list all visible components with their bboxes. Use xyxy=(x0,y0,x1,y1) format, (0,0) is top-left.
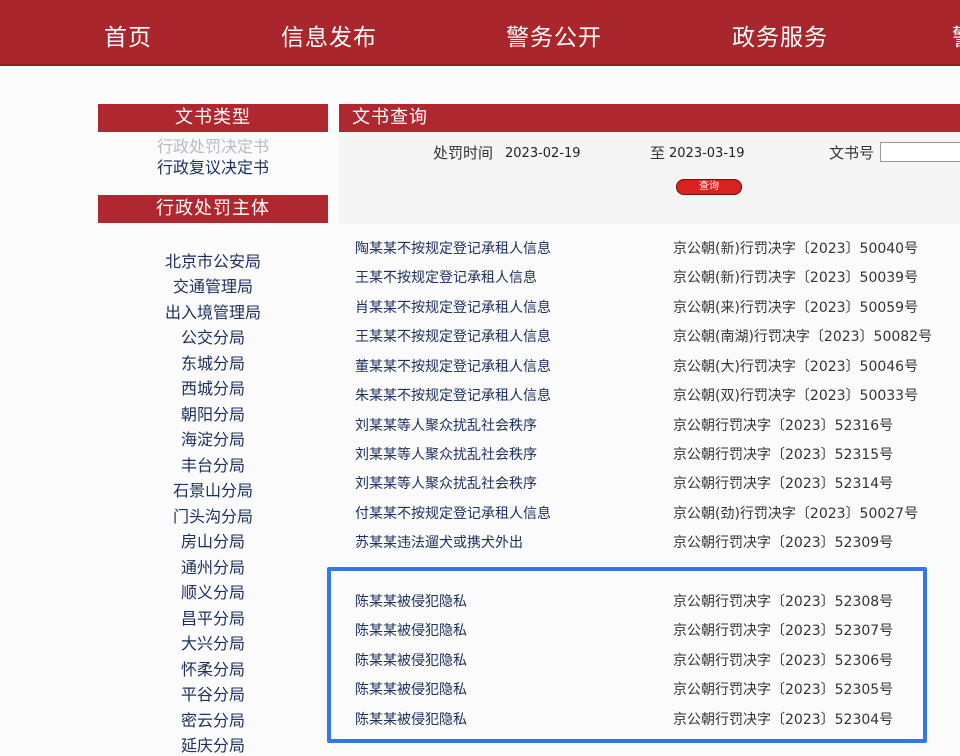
agency-item[interactable]: 顺义分局 xyxy=(98,579,328,603)
nav-home[interactable]: 首页 xyxy=(104,18,152,52)
table-row: 刘某某等人聚众扰乱社会秩序 京公朝行罚决字〔2023〕52316号 xyxy=(339,410,960,439)
result-title-link[interactable]: 陶某某不按规定登记承租人信息 xyxy=(355,238,551,258)
table-row: 陈某某被侵犯隐私 京公朝行罚决字〔2023〕52305号 xyxy=(339,674,960,703)
table-row: 刘某某等人聚众扰乱社会秩序 京公朝行罚决字〔2023〕52315号 xyxy=(339,439,960,468)
agency-item[interactable]: 朝阳分局 xyxy=(98,401,328,425)
agency-item[interactable]: 石景山分局 xyxy=(98,477,328,501)
agency-item[interactable]: 交通管理局 xyxy=(98,273,328,297)
agency-item[interactable]: 丰台分局 xyxy=(98,452,328,476)
top-navigation-bar: 首页 信息发布 警务公开 政务服务 警 xyxy=(0,0,960,66)
result-doc-number: 京公朝行罚决字〔2023〕52314号 xyxy=(673,476,894,492)
result-doc-number: 京公朝(大)行罚决字〔2023〕50046号 xyxy=(673,359,919,375)
result-doc-number: 京公朝(南湖)行罚决字〔2023〕50082号 xyxy=(673,329,933,345)
result-title-link[interactable]: 董某某不按规定登记承租人信息 xyxy=(355,356,551,376)
agency-item[interactable]: 公交分局 xyxy=(98,324,328,348)
table-row: 肖某某不按规定登记承租人信息 京公朝(来)行罚决字〔2023〕50059号 xyxy=(339,292,960,321)
table-row: 王某某不按规定登记承租人信息 京公朝(南湖)行罚决字〔2023〕50082号 xyxy=(339,321,960,350)
table-row: 陈某某被侵犯隐私 京公朝行罚决字〔2023〕52307号 xyxy=(339,615,960,644)
result-doc-number: 京公朝(劲)行罚决字〔2023〕50027号 xyxy=(673,506,919,522)
doc-number-input[interactable] xyxy=(880,142,960,162)
result-title-link[interactable]: 王某某不按规定登记承租人信息 xyxy=(355,326,551,346)
table-row: 陈某某被侵犯隐私 京公朝行罚决字〔2023〕52308号 xyxy=(339,586,960,615)
agency-item[interactable]: 房山分局 xyxy=(98,528,328,552)
nav-police-affairs-public[interactable]: 警务公开 xyxy=(506,18,602,52)
table-row: 陈某某被侵犯隐私 京公朝行罚决字〔2023〕52304号 xyxy=(339,704,960,733)
table-row: 董某某不按规定登记承租人信息 京公朝(大)行罚决字〔2023〕50046号 xyxy=(339,351,960,380)
agency-item[interactable]: 延庆分局 xyxy=(98,732,328,756)
result-title-link[interactable]: 陈某某被侵犯隐私 xyxy=(355,709,467,729)
date-from-input[interactable] xyxy=(505,146,615,161)
result-doc-number: 京公朝行罚决字〔2023〕52308号 xyxy=(673,594,894,610)
result-doc-number: 京公朝行罚决字〔2023〕52304号 xyxy=(673,712,894,728)
result-title-link[interactable]: 付某某不按规定登记承租人信息 xyxy=(355,503,551,523)
agency-item[interactable]: 出入境管理局 xyxy=(98,299,328,323)
result-title-link[interactable]: 刘某某等人聚众扰乱社会秩序 xyxy=(355,415,537,435)
result-title-link[interactable]: 陈某某被侵犯隐私 xyxy=(355,650,467,670)
doc-type-review-decision[interactable]: 行政复议决定书 xyxy=(98,154,328,178)
agency-item[interactable]: 大兴分局 xyxy=(98,630,328,654)
doc-type-header: 文书类型 xyxy=(98,104,328,132)
result-doc-number: 京公朝(新)行罚决字〔2023〕50040号 xyxy=(673,241,919,257)
doc-query-header: 文书查询 xyxy=(339,104,960,132)
result-title-link[interactable]: 陈某某被侵犯隐私 xyxy=(355,620,467,640)
agency-item[interactable]: 门头沟分局 xyxy=(98,503,328,527)
result-doc-number: 京公朝行罚决字〔2023〕52307号 xyxy=(673,623,894,639)
result-title-link[interactable]: 肖某某不按规定登记承租人信息 xyxy=(355,297,551,317)
table-row: 陈某某被侵犯隐私 京公朝行罚决字〔2023〕52306号 xyxy=(339,645,960,674)
agency-item[interactable]: 北京市公安局 xyxy=(98,248,328,272)
agency-item[interactable]: 密云分局 xyxy=(98,707,328,731)
penalty-time-label: 处罚时间 xyxy=(433,144,494,162)
result-doc-number: 京公朝行罚决字〔2023〕52305号 xyxy=(673,682,894,698)
result-doc-number: 京公朝行罚决字〔2023〕52315号 xyxy=(673,447,894,463)
agency-item[interactable]: 通州分局 xyxy=(98,554,328,578)
result-doc-number: 京公朝行罚决字〔2023〕52316号 xyxy=(673,418,894,434)
result-title-link[interactable]: 王某不按规定登记承租人信息 xyxy=(355,267,537,287)
result-title-link[interactable]: 刘某某等人聚众扰乱社会秩序 xyxy=(355,444,537,464)
result-doc-number: 京公朝(新)行罚决字〔2023〕50039号 xyxy=(673,270,919,286)
result-doc-number: 京公朝(双)行罚决字〔2023〕50033号 xyxy=(673,388,919,404)
result-doc-number: 京公朝行罚决字〔2023〕52306号 xyxy=(673,653,894,669)
agency-item[interactable]: 海淀分局 xyxy=(98,426,328,450)
authority-header: 行政处罚主体 xyxy=(98,195,328,223)
table-row: 朱某某不按规定登记承租人信息 京公朝(双)行罚决字〔2023〕50033号 xyxy=(339,380,960,409)
result-title-link[interactable]: 苏某某违法遛犬或携犬外出 xyxy=(355,532,523,552)
result-title-link[interactable]: 陈某某被侵犯隐私 xyxy=(355,679,467,699)
date-to-label: 至 xyxy=(650,144,666,162)
result-doc-number: 京公朝(来)行罚决字〔2023〕50059号 xyxy=(673,300,919,316)
doc-number-label: 文书号 xyxy=(829,144,875,162)
agency-item[interactable]: 昌平分局 xyxy=(98,605,328,629)
result-title-link[interactable]: 朱某某不按规定登记承租人信息 xyxy=(355,385,551,405)
date-to-input[interactable] xyxy=(669,146,779,161)
table-row: 苏某某违法遛犬或携犬外出 京公朝行罚决字〔2023〕52309号 xyxy=(339,527,960,556)
agency-item[interactable]: 平谷分局 xyxy=(98,681,328,705)
table-row: 付某某不按规定登记承租人信息 京公朝(劲)行罚决字〔2023〕50027号 xyxy=(339,498,960,527)
result-title-link[interactable]: 刘某某等人聚众扰乱社会秩序 xyxy=(355,473,537,493)
result-doc-number: 京公朝行罚决字〔2023〕52309号 xyxy=(673,535,894,551)
nav-government-services[interactable]: 政务服务 xyxy=(732,18,828,52)
table-row: 刘某某等人聚众扰乱社会秩序 京公朝行罚决字〔2023〕52314号 xyxy=(339,468,960,497)
search-button[interactable]: 查询 xyxy=(676,179,742,195)
nav-item-truncated[interactable]: 警 xyxy=(952,18,960,52)
agency-item[interactable]: 东城分局 xyxy=(98,350,328,374)
agency-item[interactable]: 怀柔分局 xyxy=(98,656,328,680)
table-row: 陶某某不按规定登记承租人信息 京公朝(新)行罚决字〔2023〕50040号 xyxy=(339,233,960,262)
agency-item[interactable]: 西城分局 xyxy=(98,375,328,399)
nav-info-release[interactable]: 信息发布 xyxy=(281,18,377,52)
result-title-link[interactable]: 陈某某被侵犯隐私 xyxy=(355,591,467,611)
table-row: 王某不按规定登记承租人信息 京公朝(新)行罚决字〔2023〕50039号 xyxy=(339,262,960,291)
